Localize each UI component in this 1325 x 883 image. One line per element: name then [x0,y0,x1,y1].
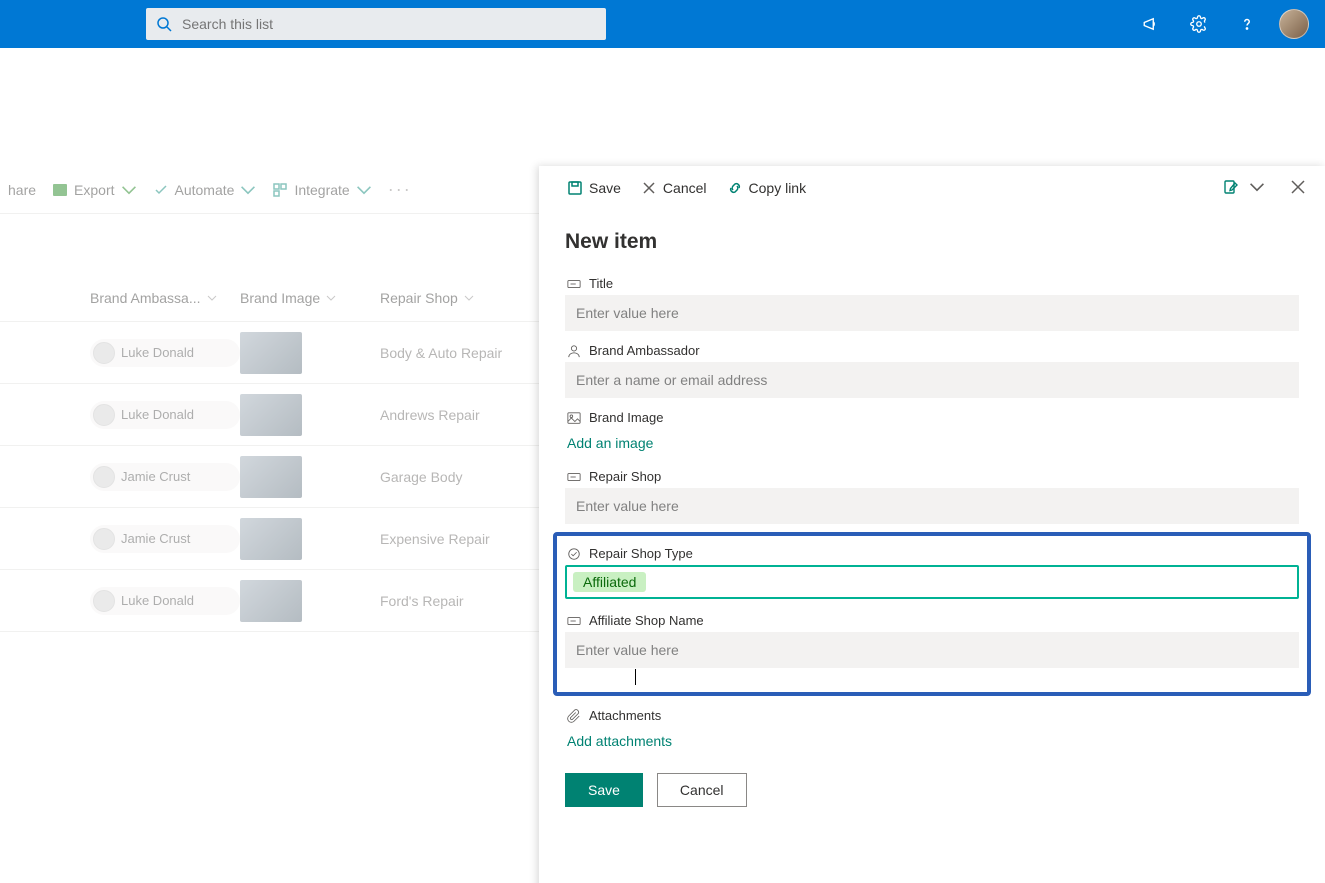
export-button[interactable]: Export [44,182,144,198]
search-box[interactable] [146,8,606,40]
title-label: Title [565,272,1299,295]
thumbnail [240,394,302,436]
search-icon [156,16,172,32]
image-label: Brand Image [565,406,1299,429]
person-avatar-icon [93,466,115,488]
person-chip[interactable]: Jamie Crust [90,463,240,491]
gear-icon[interactable] [1183,8,1215,40]
megaphone-icon[interactable] [1135,8,1167,40]
column-header-ambassador[interactable]: Brand Ambassa... [90,290,240,306]
save-button[interactable]: Save [565,773,643,807]
repair-input[interactable] [565,488,1299,524]
avatar[interactable] [1279,9,1309,39]
affname-label: Affiliate Shop Name [565,609,1299,632]
person-chip[interactable]: Luke Donald [90,401,240,429]
panel-title: New item [565,230,1299,254]
panel-commandbar: Save Cancel Copy link [539,166,1325,210]
search-input[interactable] [180,15,596,33]
repair-cell: Expensive Repair [380,531,490,547]
ambassador-input[interactable] [565,362,1299,398]
thumbnail [240,456,302,498]
new-item-panel: Save Cancel Copy link New item [539,166,1325,883]
person-avatar-icon [93,528,115,550]
panel-save-button[interactable]: Save [559,180,629,196]
text-cursor [635,669,636,685]
person-avatar-icon [93,342,115,364]
text-field-icon [567,277,581,291]
thumbnail [240,332,302,374]
panel-copylink-button[interactable]: Copy link [719,180,815,196]
more-commands-button[interactable]: ··· [380,179,420,200]
column-header-repair[interactable]: Repair Shop [380,290,560,306]
title-input[interactable] [565,295,1299,331]
text-field-icon [567,470,581,484]
attachment-icon [567,709,581,723]
panel-cancel-button[interactable]: Cancel [633,180,715,196]
shoptype-input[interactable]: Affiliated [565,565,1299,599]
person-avatar-icon [93,590,115,612]
column-header-image[interactable]: Brand Image [240,290,380,306]
thumbnail [240,518,302,560]
highlighted-fields: Repair Shop Type Affiliated Affiliate Sh… [553,532,1311,696]
thumbnail [240,580,302,622]
share-button[interactable]: hare [0,182,44,198]
image-icon [567,411,581,425]
form-chevron-icon[interactable] [1249,179,1265,198]
help-icon[interactable] [1231,8,1263,40]
ambassador-label: Brand Ambassador [565,339,1299,362]
integrate-button[interactable]: Integrate [264,182,379,198]
close-panel-button[interactable] [1291,180,1305,197]
person-chip[interactable]: Jamie Crust [90,525,240,553]
shoptype-chip[interactable]: Affiliated [573,572,646,592]
automate-button[interactable]: Automate [145,182,265,198]
attach-label: Attachments [565,704,1299,727]
repair-cell: Ford's Repair [380,593,464,609]
text-field-icon [567,614,581,628]
repair-cell: Body & Auto Repair [380,345,502,361]
edit-form-icon[interactable] [1223,179,1239,198]
person-avatar-icon [93,404,115,426]
affname-input[interactable] [565,632,1299,668]
person-icon [567,344,581,358]
suite-bar [0,0,1325,48]
shoptype-label: Repair Shop Type [565,542,1299,565]
repair-cell: Andrews Repair [380,407,480,423]
repair-label: Repair Shop [565,465,1299,488]
cancel-button[interactable]: Cancel [657,773,747,807]
add-attachments-link[interactable]: Add attachments [565,727,674,755]
person-chip[interactable]: Luke Donald [90,339,240,367]
choice-icon [567,547,581,561]
person-chip[interactable]: Luke Donald [90,587,240,615]
repair-cell: Garage Body [380,469,463,485]
add-image-link[interactable]: Add an image [565,429,655,457]
